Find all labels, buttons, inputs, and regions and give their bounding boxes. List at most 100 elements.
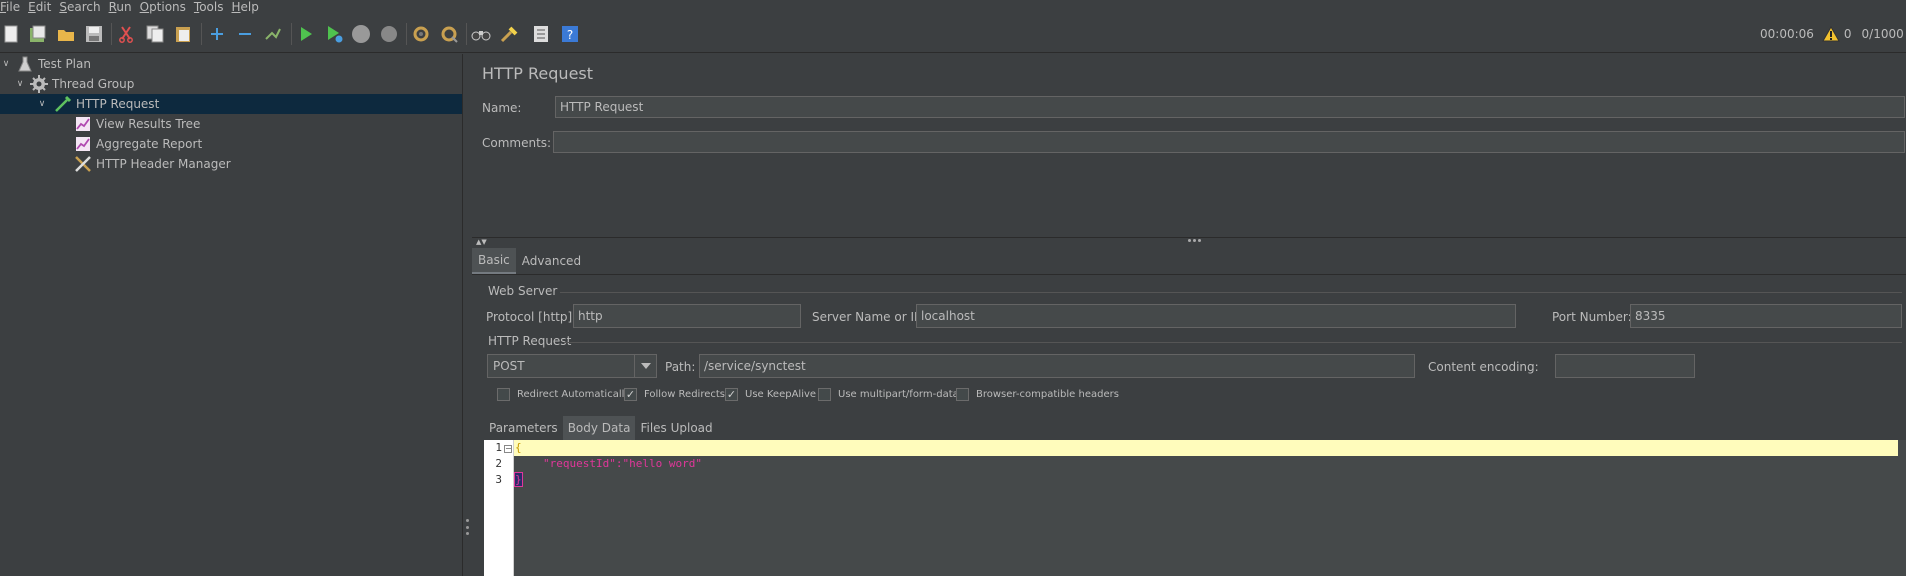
tree-item-thread-group[interactable]: ∨ Thread Group [0,74,462,94]
port-field[interactable]: 8335 [1630,304,1902,328]
tree-item-aggregate-report[interactable]: Aggregate Report [0,134,462,154]
graph-icon [74,135,92,153]
gear-icon [30,75,48,93]
splitter-arrows-icon[interactable]: ▲▼ [476,238,487,246]
menu-search[interactable]: Search [55,0,104,14]
body-data-editor[interactable]: 1 2 3 − { "requestId":"hello word" } [484,440,1906,576]
fold-collapse-icon[interactable]: − [504,445,512,453]
remote-stop-icon[interactable] [438,23,460,45]
horizontal-splitter[interactable]: ▲▼ [472,237,1906,246]
start-no-pauses-icon[interactable] [323,23,345,45]
tree-item-label: HTTP Header Manager [96,157,231,171]
tree-item-view-results-tree[interactable]: View Results Tree [0,114,462,134]
line-number: 2 [495,457,502,470]
pipette-icon [54,95,72,113]
chevron-down-icon[interactable] [634,355,656,377]
warning-icon[interactable] [1822,26,1840,42]
body-tabs: Parameters Body Data Files Upload [484,416,718,440]
encoding-field[interactable] [1555,354,1695,378]
stop-icon[interactable] [350,23,372,45]
tab-parameters[interactable]: Parameters [484,416,563,440]
paste-icon[interactable] [172,23,194,45]
tree-item-label: Test Plan [38,57,91,71]
path-field[interactable]: /service/synctest [699,354,1415,378]
binoculars-icon[interactable] [470,23,492,45]
name-field[interactable]: HTTP Request [555,96,1905,118]
svg-text:?: ? [567,28,573,42]
cut-icon[interactable] [115,23,137,45]
new-icon[interactable] [0,23,22,45]
comments-label: Comments: [482,136,552,150]
menu-edit[interactable]: Edit [24,0,55,14]
code-line-3: } [514,472,523,487]
toggle-icon[interactable] [262,23,284,45]
tree-item-label: View Results Tree [96,117,201,131]
shutdown-icon[interactable] [378,23,400,45]
tree-item-test-plan[interactable]: ∨ Test Plan [0,54,462,74]
checkmark-icon[interactable]: ✓ [725,388,738,401]
web-server-group-title: Web Server [488,284,558,298]
browser-compatible-headers-checkbox[interactable]: Browser-compatible headers [956,388,1119,401]
tree-item-http-header-manager[interactable]: HTTP Header Manager [0,154,462,174]
elapsed-time: 00:00:06 [1760,27,1814,41]
clear-all-icon[interactable] [498,23,520,45]
line-number: 3 [495,473,502,486]
expand-toggle-icon[interactable]: ∨ [36,99,48,109]
menu-options[interactable]: Options [136,0,190,14]
function-helper-icon[interactable] [530,23,552,45]
open-icon[interactable] [55,23,77,45]
menu-file[interactable]: File [0,0,24,14]
splitter-grip-icon[interactable] [1188,239,1201,242]
checkbox-box[interactable] [497,388,510,401]
expand-toggle-icon[interactable]: ∨ [0,59,12,69]
toolbar: ? 00:00:06 0 0/1000 [0,15,1906,53]
remote-start-icon[interactable] [410,23,432,45]
tree-item-label: Aggregate Report [96,137,203,151]
templates-icon[interactable] [27,23,49,45]
path-label: Path: [665,360,696,374]
checkbox-box[interactable] [818,388,831,401]
menu-bar: File Edit Search Run Options Tools Help [0,0,1906,14]
use-keepalive-checkbox[interactable]: ✓ Use KeepAlive [725,388,816,401]
tab-files-upload[interactable]: Files Upload [635,416,717,440]
collapse-all-icon[interactable] [234,23,256,45]
protocol-field[interactable]: http [573,304,801,328]
start-icon[interactable] [295,23,317,45]
menu-tools[interactable]: Tools [190,0,228,14]
tab-body-data[interactable]: Body Data [562,416,636,440]
port-label: Port Number: [1552,310,1632,324]
help-icon[interactable]: ? [559,23,581,45]
redirect-automatically-checkbox[interactable]: Redirect Automatically [497,388,630,401]
current-line-highlight [514,440,1898,456]
tab-basic[interactable]: Basic [472,248,516,274]
checkmark-icon[interactable]: ✓ [624,388,637,401]
vertical-splitter[interactable] [462,54,471,576]
method-value: POST [493,359,525,373]
expand-all-icon[interactable] [206,23,228,45]
checkbox-box[interactable] [956,388,969,401]
test-plan-tree: ∨ Test Plan ∨ Thread Group ∨ HTTP Reques… [0,54,462,576]
protocol-label: Protocol [http]: [486,310,577,324]
save-icon[interactable] [83,23,105,45]
thread-count: 0/1000 [1861,27,1904,41]
test-plan-icon [16,55,34,73]
status-area: 00:00:06 0 0/1000 [1760,15,1906,53]
splitter-grip-icon[interactable] [466,519,469,535]
menu-help[interactable]: Help [228,0,263,14]
tab-advanced[interactable]: Advanced [516,248,587,274]
line-number: 1 [495,441,502,454]
comments-field[interactable] [553,131,1905,153]
code-line-2: "requestId":"hello word" [543,457,702,470]
method-select[interactable]: POST [487,354,657,378]
tree-item-label: Thread Group [52,77,135,91]
follow-redirects-checkbox[interactable]: ✓ Follow Redirects [624,388,725,401]
line-number-gutter: 1 2 3 − [484,440,514,576]
tools-icon [74,155,92,173]
copy-icon[interactable] [144,23,166,45]
tree-item-label: HTTP Request [76,97,160,111]
tree-item-http-request[interactable]: ∨ HTTP Request [0,94,462,114]
expand-toggle-icon[interactable]: ∨ [14,79,26,89]
use-multipart-checkbox[interactable]: Use multipart/form-data [818,388,959,401]
server-field[interactable]: localhost [916,304,1516,328]
menu-run[interactable]: Run [105,0,136,14]
